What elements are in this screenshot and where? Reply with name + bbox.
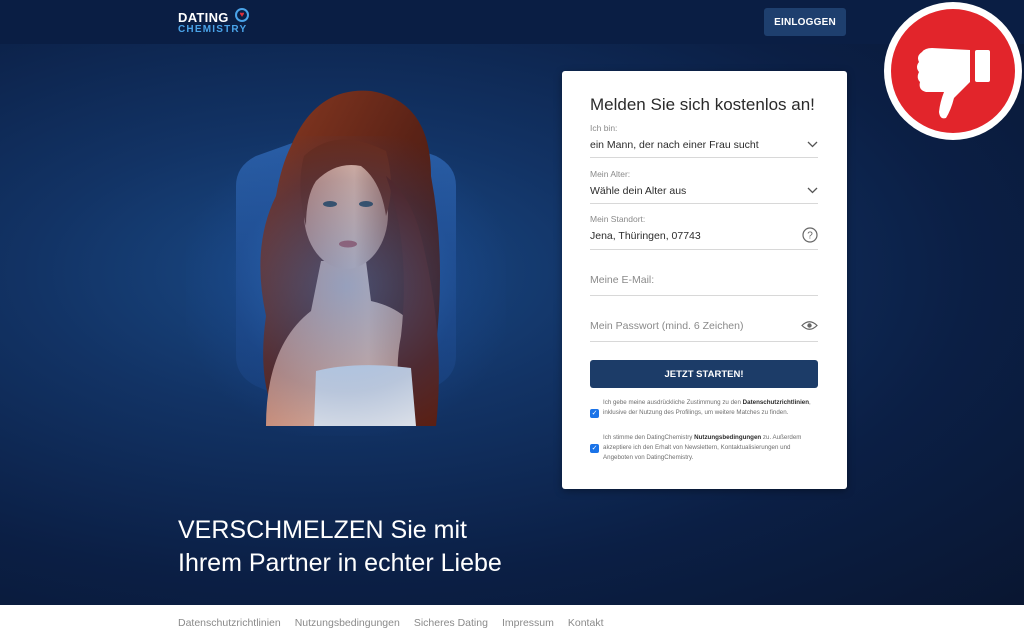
email-placeholder: Meine E-Mail: (590, 274, 655, 286)
footer-link-safe-dating[interactable]: Sicheres Dating (414, 617, 488, 629)
top-navigation-bar: DATING CHEMISTRY ♥ EINLOGGEN (0, 0, 1024, 44)
gender-select[interactable]: Ich bin: ein Mann, der nach einer Frau s… (590, 123, 818, 158)
footer-link-terms[interactable]: Nutzungsbedingungen (295, 617, 400, 629)
help-question-icon[interactable]: ? (802, 227, 818, 243)
thumbs-down-icon (884, 2, 1022, 140)
privacy-consent[interactable]: ✓ Ich gebe meine ausdrückliche Zustimmun… (590, 398, 820, 418)
age-value: Wähle dein Alter aus (590, 185, 687, 197)
location-label: Mein Standort: (590, 214, 646, 224)
footer-link-contact[interactable]: Kontakt (568, 617, 604, 629)
portrait-glow (186, 136, 506, 436)
hero-section: DATING CHEMISTRY ♥ EINLOGGEN Melden Sie … (0, 0, 1024, 605)
email-field[interactable]: Meine E-Mail: (590, 274, 818, 296)
svg-text:?: ? (807, 231, 813, 242)
privacy-consent-text: Ich gebe meine ausdrückliche Zustimmung … (603, 398, 820, 418)
location-field[interactable]: Mein Standort: Jena, Thüringen, 07743 ? (590, 214, 818, 250)
form-title: Melden Sie sich kostenlos an! (590, 95, 815, 114)
chevron-down-icon[interactable] (807, 187, 818, 194)
password-placeholder: Mein Passwort (mind. 6 Zeichen) (590, 320, 744, 332)
terms-consent-text: Ich stimme den DatingChemistry Nutzungsb… (603, 433, 820, 463)
start-button[interactable]: JETZT STARTEN! (590, 360, 818, 388)
footer-links: Datenschutzrichtlinien Nutzungsbedingung… (178, 617, 603, 629)
login-button[interactable]: EINLOGGEN (764, 8, 846, 36)
headline-line2: Ihrem Partner in echter Liebe (178, 549, 502, 577)
footer-link-imprint[interactable]: Impressum (502, 617, 554, 629)
privacy-policy-link[interactable]: Datenschutzrichtlinien (743, 399, 809, 406)
terms-checkbox[interactable]: ✓ (590, 444, 599, 453)
age-label: Mein Alter: (590, 169, 631, 179)
privacy-checkbox[interactable]: ✓ (590, 409, 599, 418)
logo-line2: CHEMISTRY (178, 24, 248, 35)
eye-icon[interactable] (801, 320, 818, 331)
chevron-down-icon[interactable] (807, 141, 818, 148)
terms-link[interactable]: Nutzungsbedingungen (694, 434, 761, 441)
password-field[interactable]: Mein Passwort (mind. 6 Zeichen) (590, 320, 818, 342)
consent2-pre: Ich stimme den DatingChemistry (603, 434, 693, 441)
age-select[interactable]: Mein Alter: Wähle dein Alter aus (590, 169, 818, 204)
gender-value: ein Mann, der nach einer Frau sucht (590, 139, 759, 151)
terms-consent[interactable]: ✓ Ich stimme den DatingChemistry Nutzung… (590, 433, 820, 463)
footer-link-privacy[interactable]: Datenschutzrichtlinien (178, 617, 281, 629)
hero-headline: VERSCHMELZEN Sie mit Ihrem Partner in ec… (178, 514, 502, 580)
site-logo[interactable]: DATING CHEMISTRY ♥ (178, 8, 249, 35)
gender-label: Ich bin: (590, 123, 618, 133)
heart-logo-icon: ♥ (235, 8, 249, 22)
portrait-image (186, 86, 506, 446)
consent1-pre: Ich gebe meine ausdrückliche Zustimmung … (603, 399, 741, 406)
headline-line1: VERSCHMELZEN Sie mit (178, 516, 467, 544)
signup-form-card: Melden Sie sich kostenlos an! Ich bin: e… (562, 71, 847, 489)
location-value: Jena, Thüringen, 07743 (590, 230, 701, 242)
